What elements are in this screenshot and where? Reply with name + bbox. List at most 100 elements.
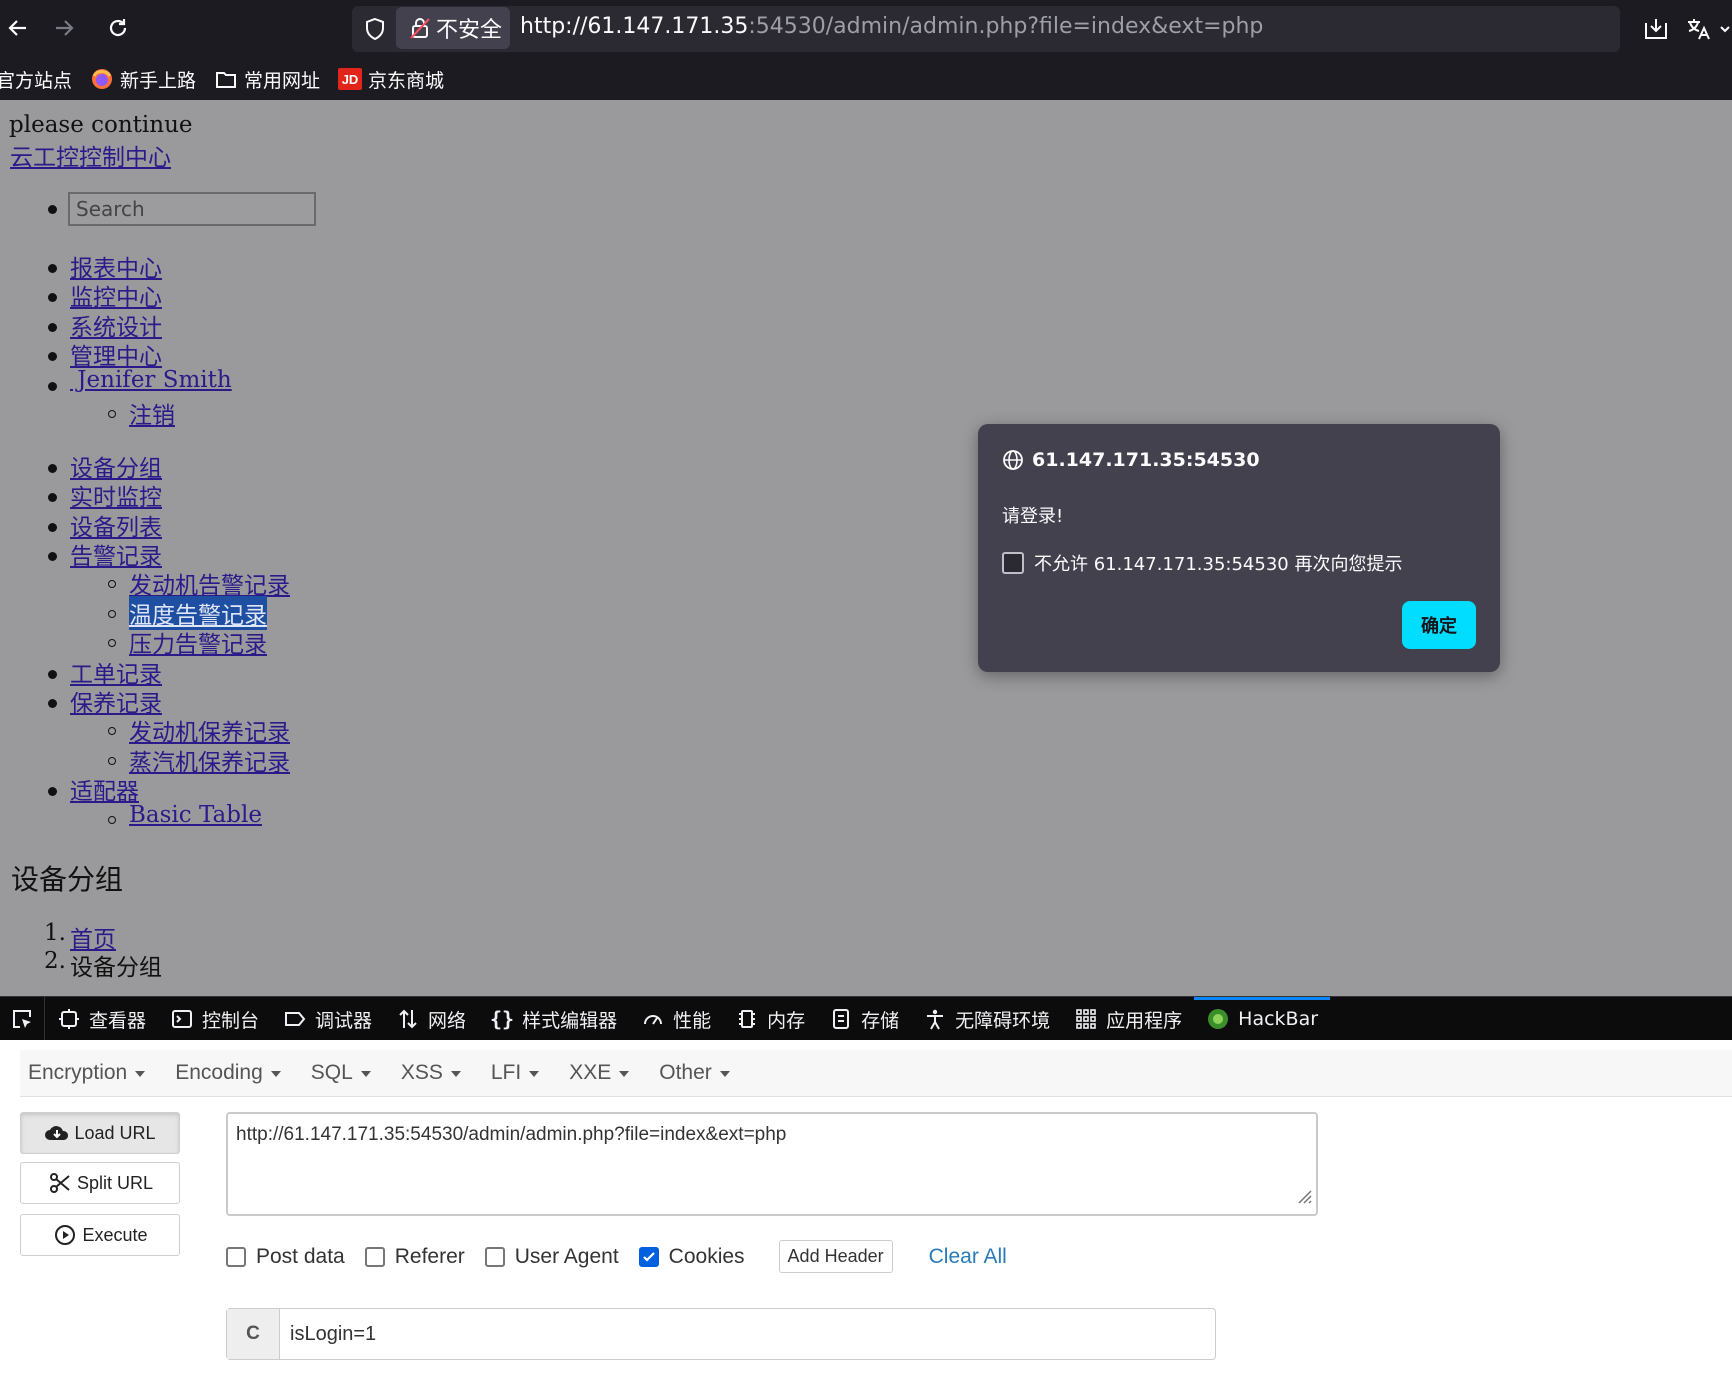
- list-bullet: [48, 493, 57, 502]
- performance-gauge-icon: [641, 1007, 665, 1031]
- cookie-input[interactable]: isLogin=1: [280, 1309, 376, 1359]
- tracking-protection-icon[interactable]: [360, 12, 390, 46]
- menu-xxe[interactable]: XXE: [569, 1061, 630, 1085]
- side-adapter[interactable]: 适配器: [70, 772, 139, 806]
- load-url-button[interactable]: Load URL: [20, 1112, 180, 1154]
- checkbox[interactable]: [484, 1246, 505, 1267]
- menu-lfi[interactable]: LFI: [491, 1061, 540, 1085]
- cookie-field-label: C: [227, 1309, 280, 1359]
- download-icon[interactable]: [1640, 14, 1672, 44]
- list-bullet: [48, 464, 57, 473]
- tab-storage[interactable]: 存储: [817, 997, 911, 1041]
- element-picker-icon[interactable]: [0, 997, 45, 1041]
- firefox-icon: [90, 67, 114, 91]
- list-circle: [108, 639, 116, 647]
- reload-icon[interactable]: [100, 10, 136, 46]
- list-bullet: [48, 552, 57, 561]
- menu-other[interactable]: Other: [659, 1061, 730, 1085]
- checkbox[interactable]: [364, 1246, 385, 1267]
- dialog-checkbox-label: 不允许 61.147.171.35:54530 再次向您提示: [1034, 554, 1403, 575]
- bookmark-getting-started[interactable]: 新手上路: [90, 66, 196, 93]
- bookmark-common-sites[interactable]: 常用网址: [214, 66, 320, 93]
- overflow-chevron-icon[interactable]: [1718, 14, 1732, 44]
- menu-encoding[interactable]: Encoding: [175, 1061, 281, 1085]
- site-title-link[interactable]: 云工控控制中心: [10, 138, 171, 172]
- bookmarks-bar: 官方站点 新手上路 常用网址 JD 京东商城: [0, 60, 1732, 98]
- resize-handle-icon[interactable]: [1294, 1186, 1312, 1210]
- side-basic-table[interactable]: Basic Table: [129, 802, 262, 828]
- nav-monitor-center[interactable]: 监控中心: [70, 278, 162, 312]
- list-bullet: [48, 523, 57, 532]
- hackbar-panel: Encryption Encoding SQL XSS LFI XXE Othe…: [0, 1040, 1732, 1391]
- menu-sql[interactable]: SQL: [311, 1061, 371, 1085]
- hackbar-menu: Encryption Encoding SQL XSS LFI XXE Othe…: [20, 1050, 1732, 1097]
- nav-user-menu[interactable]: Jenifer Smith: [70, 367, 231, 393]
- bookmark-jd[interactable]: JD 京东商城: [338, 66, 444, 93]
- inspector-icon: [57, 1007, 81, 1031]
- caret-down-icon: [360, 1071, 371, 1077]
- tab-application[interactable]: 应用程序: [1062, 997, 1194, 1041]
- search-input[interactable]: Search: [68, 192, 316, 226]
- dialog-suppress-checkbox[interactable]: 不允许 61.147.171.35:54530 再次向您提示: [1002, 550, 1402, 576]
- request-options: Post data Referer User Agent Cookies Add…: [226, 1240, 1007, 1273]
- option-cookies[interactable]: Cookies: [638, 1245, 745, 1269]
- checkbox[interactable]: [226, 1246, 246, 1267]
- add-header-button[interactable]: Add Header: [778, 1240, 893, 1273]
- side-steam-maintenance[interactable]: 蒸汽机保养记录: [129, 743, 290, 777]
- site-security-indicator[interactable]: 不安全: [396, 7, 510, 49]
- devtools-tabbar: 查看器 控制台 调试器 网络 {} 样式编辑器 性能 内存 存储 无障碍环境 应用…: [0, 996, 1732, 1041]
- storage-icon: [829, 1007, 853, 1031]
- menu-xss[interactable]: XSS: [401, 1061, 461, 1085]
- back-icon[interactable]: [0, 10, 36, 46]
- list-bullet: [48, 670, 57, 679]
- dialog-ok-button[interactable]: 确定: [1402, 601, 1476, 649]
- alert-dialog: 61.147.171.35:54530 请登录! 不允许 61.147.171.…: [978, 424, 1500, 672]
- list-bullet: [48, 787, 57, 796]
- list-bullet: [48, 264, 57, 273]
- side-realtime[interactable]: 实时监控: [70, 478, 162, 512]
- scissors-icon: [47, 1170, 73, 1196]
- url-host: http://61.147.171.35: [520, 14, 749, 39]
- split-url-button[interactable]: Split URL: [20, 1162, 180, 1204]
- checkbox[interactable]: [1002, 552, 1024, 574]
- tab-network[interactable]: 网络: [384, 997, 478, 1041]
- grid-icon: [1074, 1007, 1098, 1031]
- option-referer[interactable]: Referer: [364, 1245, 465, 1269]
- dialog-origin-text: 61.147.171.35:54530: [1032, 449, 1260, 471]
- tab-style-editor[interactable]: {} 样式编辑器: [478, 997, 629, 1041]
- tab-hackbar[interactable]: HackBar: [1194, 997, 1330, 1041]
- nav-logout[interactable]: 注销: [129, 396, 175, 430]
- tab-inspector[interactable]: 查看器: [45, 997, 158, 1041]
- side-pressure-alarm[interactable]: 压力告警记录: [129, 625, 267, 659]
- tab-memory[interactable]: 内存: [723, 997, 817, 1041]
- url-text[interactable]: http://61.147.171.35:54530/admin/admin.p…: [520, 14, 1263, 39]
- list-circle: [108, 757, 116, 765]
- dialog-message: 请登录!: [1002, 506, 1064, 527]
- menu-encryption[interactable]: Encryption: [28, 1061, 146, 1085]
- list-circle: [108, 580, 116, 588]
- memory-chip-icon: [735, 1007, 759, 1031]
- option-user-agent[interactable]: User Agent: [484, 1245, 619, 1269]
- option-post-data[interactable]: Post data: [226, 1245, 345, 1269]
- bookmark-official-site[interactable]: 官方站点: [0, 66, 72, 93]
- caret-down-icon: [529, 1071, 540, 1077]
- folder-icon: [214, 67, 238, 91]
- tab-accessibility[interactable]: 无障碍环境: [911, 997, 1062, 1041]
- translate-icon[interactable]: [1682, 14, 1714, 44]
- forward-icon[interactable]: [46, 10, 82, 46]
- clear-all-link[interactable]: Clear All: [929, 1245, 1007, 1269]
- execute-button[interactable]: Execute: [20, 1214, 180, 1256]
- tab-debugger[interactable]: 调试器: [271, 997, 384, 1041]
- tab-console[interactable]: 控制台: [158, 997, 271, 1041]
- caret-down-icon: [719, 1071, 730, 1077]
- side-engine-maintenance[interactable]: 发动机保养记录: [129, 713, 290, 747]
- url-textarea[interactable]: http://61.147.171.35:54530/admin/admin.p…: [226, 1112, 1318, 1216]
- globe-icon: [1002, 448, 1026, 472]
- side-engine-alarm[interactable]: 发动机告警记录: [129, 566, 290, 600]
- tab-performance[interactable]: 性能: [629, 997, 723, 1041]
- dialog-origin: 61.147.171.35:54530: [1002, 448, 1260, 472]
- nav-admin-center[interactable]: 管理中心: [70, 337, 162, 371]
- accessibility-icon: [923, 1007, 947, 1031]
- checkbox-checked[interactable]: [638, 1246, 659, 1267]
- breadcrumb-current: 设备分组: [70, 955, 162, 981]
